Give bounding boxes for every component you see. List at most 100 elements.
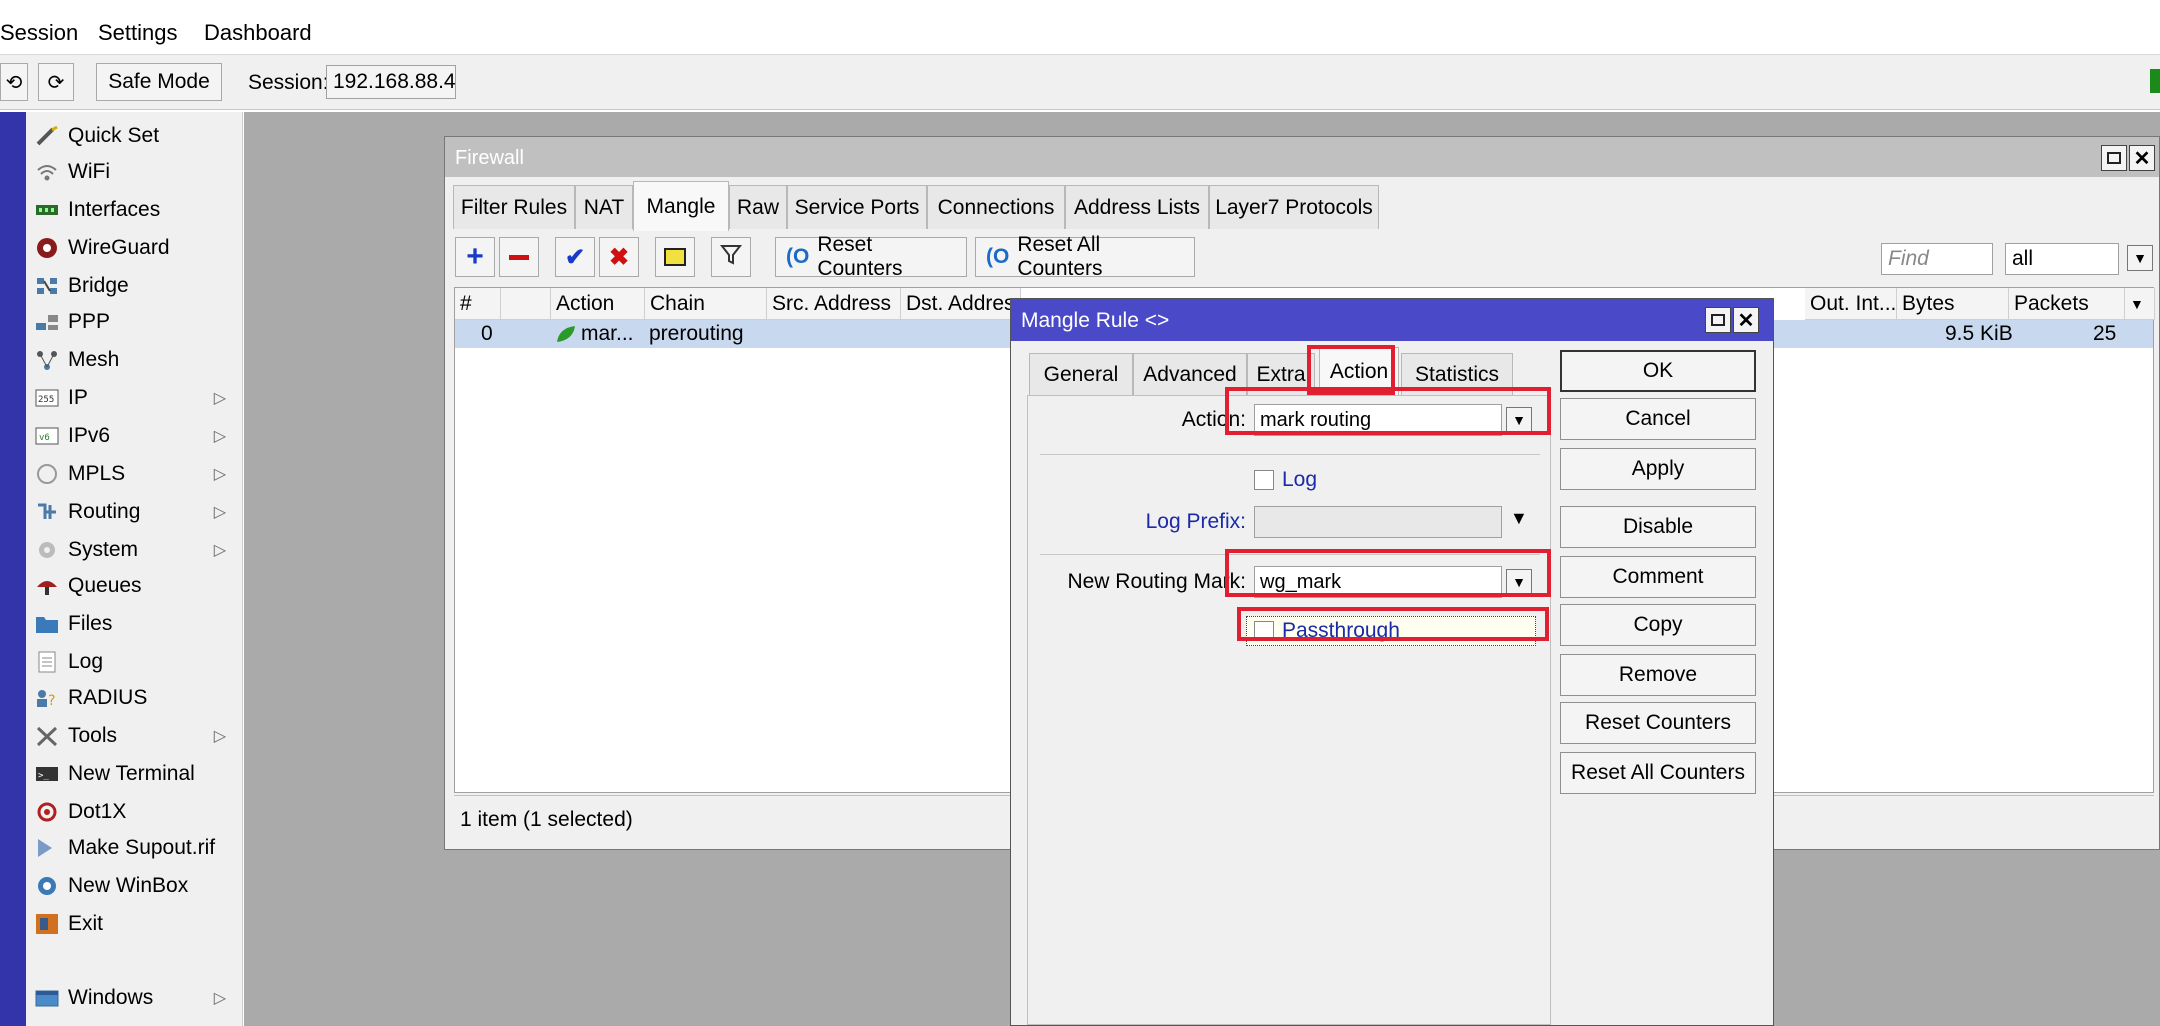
submenu-arrow-icon: ▷ — [213, 990, 226, 1007]
sidebar-item-files[interactable]: Files — [34, 606, 240, 642]
sidebar-item-routing[interactable]: Routing ▷ — [34, 494, 240, 530]
sidebar-item-dot1x[interactable]: Dot1X — [34, 794, 240, 830]
sidebar-item-mesh[interactable]: Mesh — [34, 342, 240, 378]
minus-icon — [509, 254, 529, 260]
reset-counters-button[interactable]: Reset Counters — [1560, 702, 1756, 744]
column-header[interactable]: Chain — [645, 288, 767, 320]
copy-button[interactable]: Copy — [1560, 604, 1756, 646]
log-prefix-input[interactable] — [1254, 506, 1502, 538]
session-field[interactable]: 192.168.88.4 — [326, 65, 456, 99]
tab-connections[interactable]: Connections — [927, 185, 1065, 229]
column-header[interactable] — [501, 288, 551, 320]
ok-button[interactable]: OK — [1560, 350, 1756, 392]
sidebar-item-exit[interactable]: Exit — [34, 906, 240, 942]
menu-dashboard[interactable]: Dashboard — [204, 20, 312, 46]
tab-layer7-protocols[interactable]: Layer7 Protocols — [1209, 185, 1379, 229]
log-checkbox[interactable] — [1254, 470, 1274, 490]
tab-raw[interactable]: Raw — [729, 185, 787, 229]
sidebar-item-ipv6[interactable]: v6 IPv6 ▷ — [34, 418, 240, 454]
column-header[interactable]: Src. Address — [767, 288, 901, 320]
sidebar-item-new-terminal[interactable]: >_ New Terminal — [34, 756, 240, 792]
column-header[interactable]: Bytes — [1897, 288, 2009, 320]
safe-mode-button[interactable]: Safe Mode — [96, 63, 222, 101]
tab-service-ports[interactable]: Service Ports — [787, 185, 927, 229]
column-header[interactable]: Packets — [2009, 288, 2125, 320]
sidebar-item-wireguard[interactable]: WireGuard — [34, 230, 240, 266]
tools-icon — [34, 725, 60, 747]
sidebar-item-label: MPLS — [68, 462, 126, 485]
filter-icon — [719, 243, 743, 271]
tab-filter-rules[interactable]: Filter Rules — [453, 185, 575, 229]
disable-button[interactable]: Disable — [1560, 506, 1756, 548]
column-header[interactable]: Action — [551, 288, 645, 320]
sidebar-item-mpls[interactable]: MPLS ▷ — [34, 456, 240, 492]
enable-button[interactable]: ✔ — [555, 237, 595, 277]
sidebar-item-quick-set[interactable]: Quick Set — [34, 118, 240, 154]
tab-mangle[interactable]: Mangle — [633, 181, 729, 231]
session-label: Session: — [248, 71, 329, 94]
maximize-button[interactable] — [1705, 307, 1731, 333]
sidebar-item-log[interactable]: Log — [34, 644, 240, 680]
close-button[interactable]: ✕ — [2129, 145, 2155, 171]
sidebar-item-ip[interactable]: 255 IP ▷ — [34, 380, 240, 416]
action-label: Action: — [1181, 408, 1246, 431]
firewall-title-bar[interactable]: Firewall — [445, 137, 2159, 177]
highlight-box — [1225, 549, 1551, 597]
comment-button[interactable] — [655, 237, 695, 277]
sidebar-item-system[interactable]: System ▷ — [34, 532, 240, 568]
remove-button[interactable] — [499, 237, 539, 277]
filter-dropdown-button[interactable]: ▼ — [2127, 245, 2153, 271]
row-number: 0 — [481, 322, 493, 345]
sidebar-item-ppp[interactable]: PPP — [34, 304, 240, 340]
add-button[interactable]: + — [455, 237, 495, 277]
tab-general[interactable]: General — [1029, 353, 1133, 395]
reset-counters-button[interactable]: (O Reset Counters — [775, 233, 967, 280]
filter-button[interactable] — [711, 237, 751, 277]
filter-select[interactable]: all — [2005, 243, 2119, 275]
sidebar-item-radius[interactable]: ? RADIUS — [34, 680, 240, 716]
column-header[interactable]: Out. Int... — [1805, 288, 1897, 320]
log-prefix-label: Log Prefix: — [1145, 510, 1246, 533]
sidebar-item-interfaces[interactable]: Interfaces — [34, 192, 240, 228]
sidebar-item-label: Dot1X — [68, 800, 127, 823]
sidebar-item-bridge[interactable]: Bridge — [34, 268, 240, 304]
comment-button[interactable]: Comment — [1560, 556, 1756, 598]
submenu-arrow-icon: ▷ — [213, 728, 226, 745]
disable-button[interactable]: ✖ — [599, 237, 639, 277]
column-header[interactable]: Dst. Address — [901, 288, 1021, 320]
cancel-button[interactable]: Cancel — [1560, 398, 1756, 440]
reset-all-counters-button[interactable]: (O Reset All Counters — [975, 233, 1195, 280]
sidebar-item-windows[interactable]: Windows ▷ — [34, 980, 240, 1016]
sidebar-item-make-supout[interactable]: Make Supout.rif — [34, 830, 240, 866]
menu-settings[interactable]: Settings — [98, 20, 178, 46]
sidebar-item-tools[interactable]: Tools ▷ — [34, 718, 240, 754]
redo-button[interactable]: ⟳ — [38, 63, 74, 101]
column-menu-button[interactable]: ▼ — [2125, 288, 2155, 320]
folder-icon — [34, 613, 60, 635]
highlight-box — [1237, 607, 1549, 641]
wand-icon — [34, 125, 60, 147]
submenu-arrow-icon: ▷ — [213, 428, 226, 445]
sidebar-item-queues[interactable]: Queues — [34, 568, 240, 604]
maximize-button[interactable] — [2101, 145, 2127, 171]
close-button[interactable]: ✕ — [1733, 307, 1759, 333]
sidebar-item-label: New Terminal — [68, 762, 195, 785]
find-input[interactable]: Find — [1881, 243, 1993, 275]
undo-button[interactable]: ⟲ — [0, 63, 28, 101]
tab-nat[interactable]: NAT — [575, 185, 633, 229]
mangle-title-bar[interactable]: Mangle Rule <> — [1011, 299, 1773, 341]
chevron-down-icon[interactable]: ▼ — [1510, 508, 1528, 529]
log-icon — [34, 651, 60, 673]
sidebar-item-label: WireGuard — [68, 236, 170, 259]
sidebar-item-new-winbox[interactable]: New WinBox — [34, 868, 240, 904]
remove-button[interactable]: Remove — [1560, 654, 1756, 696]
sidebar-item-wifi[interactable]: WiFi — [34, 154, 240, 190]
sidebar-item-label: RADIUS — [68, 686, 148, 709]
menu-session[interactable]: Session — [0, 20, 78, 46]
apply-button[interactable]: Apply — [1560, 448, 1756, 490]
reset-all-counters-button[interactable]: Reset All Counters — [1560, 752, 1756, 794]
tab-address-lists[interactable]: Address Lists — [1065, 185, 1209, 229]
svg-text:255: 255 — [38, 395, 54, 405]
column-header[interactable]: # — [455, 288, 501, 320]
submenu-arrow-icon: ▷ — [213, 390, 226, 407]
